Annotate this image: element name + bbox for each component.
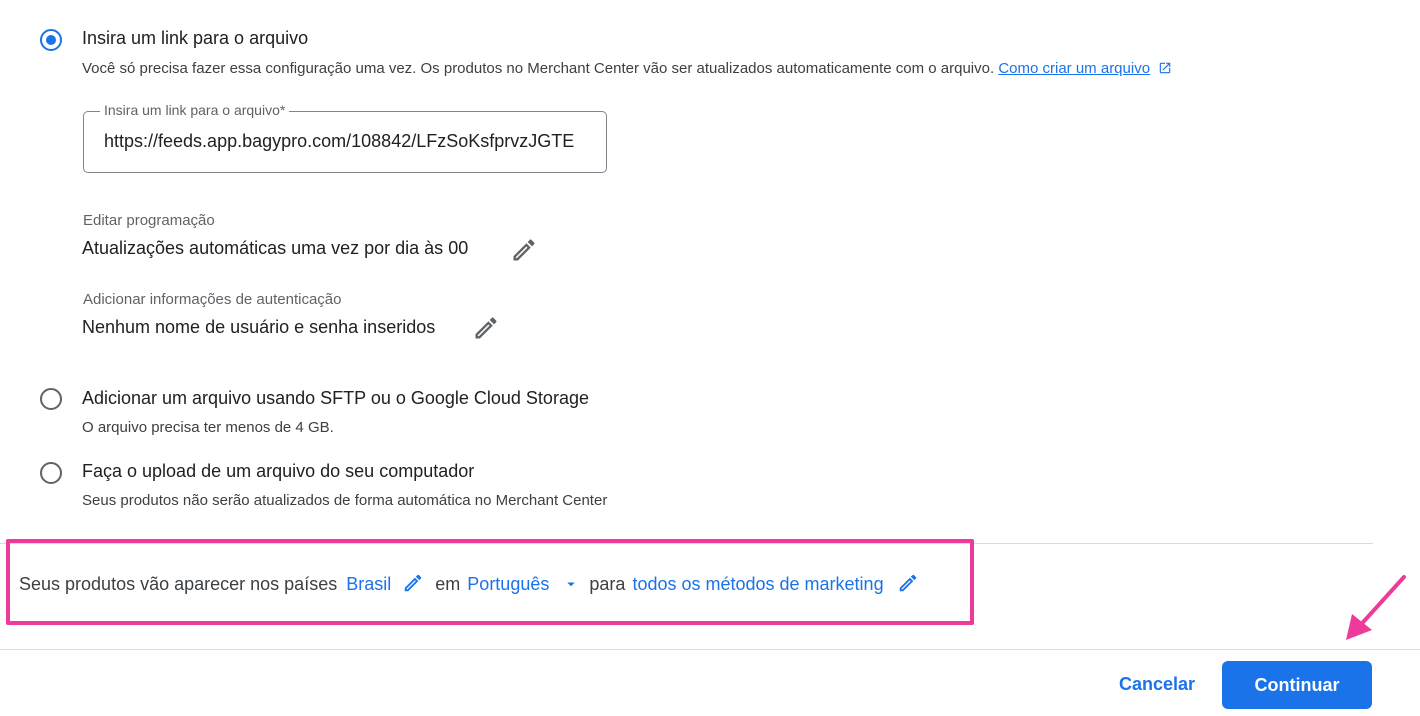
option-sftp-label: Adicionar um arquivo usando SFTP ou o Go…: [82, 388, 589, 408]
option-link-label: Insira um link para o arquivo: [82, 28, 309, 48]
option-upload-label: Faça o upload de um arquivo do seu compu…: [82, 461, 475, 481]
edit-auth-pencil-icon[interactable]: [472, 314, 500, 342]
language-selector[interactable]: Português: [467, 574, 549, 594]
option-sftp-description: O arquivo precisa ter menos de 4 GB.: [82, 419, 334, 436]
auth-value: Nenhum nome de usuário e senha inseridos: [82, 317, 436, 337]
schedule-label: Editar programação: [83, 212, 215, 229]
file-link-field-label: Insira um link para o arquivo*: [100, 102, 290, 118]
edit-country-pencil-icon[interactable]: [402, 572, 424, 594]
summary-prefix: Seus produtos vão aparecer nos países: [19, 574, 338, 594]
continue-button[interactable]: Continuar: [1222, 661, 1372, 709]
summary-in: em: [435, 574, 461, 594]
option-link-description-text: Você só precisa fazer essa configuração …: [82, 60, 995, 77]
radio-sftp-option[interactable]: [40, 388, 62, 410]
schedule-value: Atualizações automáticas uma vez por dia…: [82, 238, 469, 258]
summary-line: Seus produtos vão aparecer nos países Br…: [19, 572, 919, 595]
footer-divider: [0, 649, 1420, 650]
radio-upload-option[interactable]: [40, 462, 62, 484]
annotation-arrow-icon: [1346, 575, 1406, 640]
external-link-icon[interactable]: [1158, 61, 1172, 75]
country-selector[interactable]: Brasil: [346, 574, 391, 594]
option-upload-description: Seus produtos não serão atualizados de f…: [82, 492, 608, 509]
auth-label: Adicionar informações de autenticação: [83, 291, 342, 308]
how-to-create-file-link[interactable]: Como criar um arquivo: [998, 60, 1150, 77]
destination-selector[interactable]: todos os métodos de marketing: [632, 574, 883, 594]
file-link-field[interactable]: Insira um link para o arquivo*: [83, 102, 607, 173]
file-link-input[interactable]: [104, 131, 586, 152]
option-link-description: Você só precisa fazer essa configuração …: [82, 60, 1172, 77]
edit-schedule-pencil-icon[interactable]: [510, 236, 538, 264]
cancel-button[interactable]: Cancelar: [1119, 674, 1195, 695]
summary-for: para: [589, 574, 626, 594]
radio-link-option[interactable]: [40, 29, 62, 51]
language-dropdown-arrow-icon[interactable]: [562, 575, 580, 593]
edit-destination-pencil-icon[interactable]: [897, 572, 919, 594]
